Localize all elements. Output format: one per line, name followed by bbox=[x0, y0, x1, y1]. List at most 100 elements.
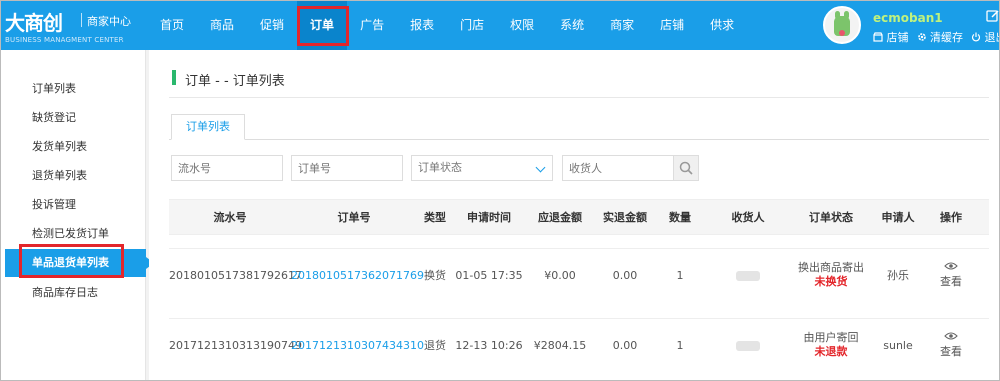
logo: 大商创 商家中心 BUSINESS MANAGMENT CENTER bbox=[5, 5, 145, 47]
main-panel: 订单 - - 订单列表 订单列表 订单状态 流水号 订单号 类型 申请时间 应退… bbox=[149, 50, 999, 380]
cell-status: 由用户寄回 未退款 bbox=[791, 319, 871, 373]
tab-divider bbox=[169, 139, 989, 140]
search-button[interactable] bbox=[673, 155, 699, 181]
th-time: 申请时间 bbox=[467, 211, 511, 224]
chevron-down-icon bbox=[535, 162, 546, 173]
redacted-consignee bbox=[736, 341, 760, 351]
logout-link[interactable]: 退出 bbox=[971, 29, 1000, 45]
edit-icon[interactable] bbox=[986, 9, 1000, 23]
th-qty: 数量 bbox=[669, 211, 691, 224]
logo-sub-text: 商家中心 bbox=[87, 15, 131, 28]
logo-main-text: 大商创 bbox=[5, 11, 63, 35]
sidebar-item-stock-log[interactable]: 商品库存日志 bbox=[1, 279, 146, 307]
nav-item-system[interactable]: 系统 bbox=[547, 1, 597, 50]
cell-serial: 2018010517381792617 bbox=[169, 269, 302, 282]
view-button[interactable]: 查看 bbox=[925, 249, 977, 303]
sidebar-item-delivery-list[interactable]: 发货单列表 bbox=[1, 133, 146, 161]
cell-type: 退货 bbox=[424, 339, 446, 352]
logout-label: 退出 bbox=[984, 31, 1000, 44]
order-status-select[interactable]: 订单状态 bbox=[411, 155, 553, 181]
avatar[interactable] bbox=[823, 6, 861, 44]
cell-applicant: 孙乐 bbox=[887, 269, 909, 282]
store-icon bbox=[873, 32, 883, 42]
cell-type: 换货 bbox=[424, 269, 446, 282]
cell-time: 12-13 10:26 bbox=[455, 339, 523, 352]
nav-item-stores[interactable]: 门店 bbox=[447, 1, 497, 50]
order-status-value: 订单状态 bbox=[418, 161, 462, 174]
search-icon bbox=[679, 161, 693, 175]
nav-item-merchants[interactable]: 商家 bbox=[597, 1, 647, 50]
user-links: 店铺 清缓存 退出 bbox=[873, 29, 1000, 45]
sidebar-item-out-of-stock[interactable]: 缺货登记 bbox=[1, 104, 146, 132]
cell-status: 换出商品寄出 未换货 bbox=[791, 249, 871, 303]
app-window: 大商创 商家中心 BUSINESS MANAGMENT CENTER 首页 商品… bbox=[0, 0, 1000, 381]
gear-icon bbox=[917, 33, 926, 41]
nav-item-shop[interactable]: 店铺 bbox=[647, 1, 697, 50]
cell-consignee bbox=[705, 319, 791, 373]
th-status: 订单状态 bbox=[809, 211, 853, 224]
serial-number-input[interactable] bbox=[171, 155, 283, 181]
title-marker bbox=[172, 70, 176, 85]
clear-cache-link[interactable]: 清缓存 bbox=[917, 29, 963, 45]
th-serial: 流水号 bbox=[213, 211, 247, 224]
status-line1: 换出商品寄出 bbox=[798, 261, 864, 274]
clear-cache-label: 清缓存 bbox=[930, 31, 963, 44]
cell-order-link[interactable]: 2017121310307434310 bbox=[291, 319, 424, 373]
nav-item-permissions[interactable]: 权限 bbox=[497, 1, 547, 50]
th-applicant: 申请人 bbox=[881, 211, 915, 224]
eye-icon bbox=[944, 262, 958, 270]
th-consignee: 收货人 bbox=[731, 211, 765, 224]
th-refunded: 实退金额 bbox=[603, 211, 647, 224]
sidebar-item-order-list[interactable]: 订单列表 bbox=[1, 75, 146, 103]
power-icon bbox=[971, 32, 981, 42]
cell-qty: 1 bbox=[676, 269, 684, 282]
nav-item-reports[interactable]: 报表 bbox=[397, 1, 447, 50]
table-row: 2018010517381792617 2018010517362071769 … bbox=[169, 248, 989, 302]
cell-due: ¥2804.15 bbox=[533, 339, 587, 352]
cell-qty: 1 bbox=[676, 339, 684, 352]
cell-time: 01-05 17:35 bbox=[455, 269, 523, 282]
table-row: 2017121310313190749 2017121310307434310 … bbox=[169, 318, 989, 372]
view-label: 查看 bbox=[940, 275, 962, 288]
nav-item-supply[interactable]: 供求 bbox=[697, 1, 747, 50]
cell-order-link[interactable]: 2018010517362071769 bbox=[291, 249, 424, 303]
redacted-consignee bbox=[736, 271, 760, 281]
th-action: 操作 bbox=[940, 211, 962, 224]
nav-item-ads[interactable]: 广告 bbox=[347, 1, 397, 50]
cell-refunded: 0.00 bbox=[612, 339, 638, 352]
view-button[interactable]: 查看 bbox=[925, 319, 977, 373]
main-nav: 首页 商品 促销 订单 广告 报表 门店 权限 系统 商家 店铺 供求 bbox=[147, 1, 747, 50]
tab-order-list[interactable]: 订单列表 bbox=[171, 114, 245, 140]
cell-serial: 2017121310313190749 bbox=[169, 339, 302, 352]
th-order: 订单号 bbox=[337, 211, 371, 224]
shop-link[interactable]: 店铺 bbox=[873, 29, 909, 45]
status-line2: 未换货 bbox=[814, 275, 848, 288]
cell-consignee bbox=[705, 249, 791, 303]
logo-en-text: BUSINESS MANAGMENT CENTER bbox=[5, 36, 124, 44]
sidebar-highlight-box bbox=[19, 244, 124, 278]
user-name: ecmoban1 bbox=[873, 11, 943, 25]
shop-link-label: 店铺 bbox=[886, 31, 909, 44]
order-number-input[interactable] bbox=[291, 155, 403, 181]
cell-applicant: sunle bbox=[883, 339, 913, 352]
view-label: 查看 bbox=[940, 345, 962, 358]
nav-item-home[interactable]: 首页 bbox=[147, 1, 197, 50]
nav-item-goods[interactable]: 商品 bbox=[197, 1, 247, 50]
cell-refunded: 0.00 bbox=[612, 269, 638, 282]
th-type: 类型 bbox=[424, 211, 446, 224]
page-title: 订单 - - 订单列表 bbox=[185, 74, 285, 89]
status-line1: 由用户寄回 bbox=[803, 331, 859, 344]
status-line2: 未退款 bbox=[814, 345, 848, 358]
nav-highlight-box bbox=[297, 6, 349, 46]
avatar-tongue bbox=[839, 30, 845, 36]
nav-item-promotion[interactable]: 促销 bbox=[247, 1, 297, 50]
th-due: 应退金额 bbox=[538, 211, 582, 224]
sidebar-item-return-list[interactable]: 退货单列表 bbox=[1, 162, 146, 190]
sidebar-item-complaints[interactable]: 投诉管理 bbox=[1, 191, 146, 219]
cell-due: ¥0.00 bbox=[544, 269, 576, 282]
sidebar: 订单列表 缺货登记 发货单列表 退货单列表 投诉管理 检测已发货订单 单品退货单… bbox=[1, 50, 154, 380]
table-header: 流水号 订单号 类型 申请时间 应退金额 实退金额 数量 收货人 订单状态 申请… bbox=[169, 199, 989, 235]
top-nav-bar: 大商创 商家中心 BUSINESS MANAGMENT CENTER 首页 商品… bbox=[1, 1, 1000, 50]
consignee-input[interactable] bbox=[562, 155, 674, 181]
title-divider bbox=[169, 97, 989, 98]
